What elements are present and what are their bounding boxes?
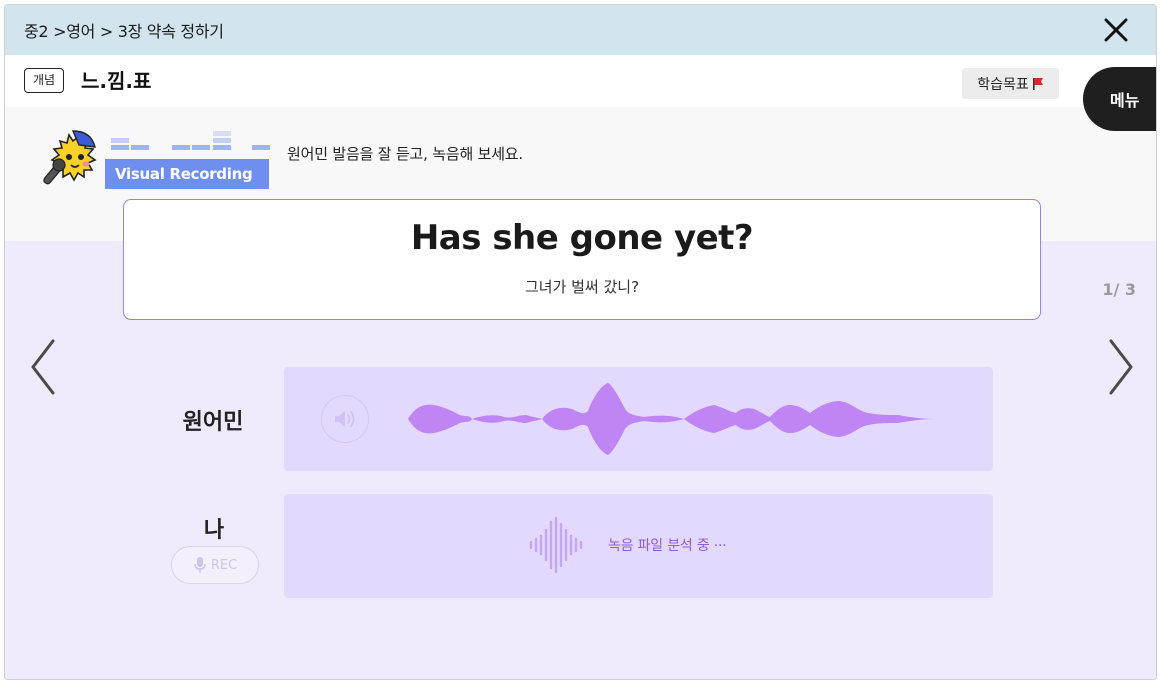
flag-icon <box>1032 77 1043 90</box>
chevron-left-icon <box>31 339 55 395</box>
record-button[interactable]: REC <box>171 546 259 584</box>
microphone-character-icon <box>43 130 97 185</box>
header: 개념 느.낌.표 학습목표 <box>5 55 1156 107</box>
native-waveform <box>408 383 934 455</box>
learning-goal-button[interactable]: 학습목표 <box>962 68 1059 99</box>
close-button[interactable] <box>1102 16 1130 44</box>
page-title: 느.낌.표 <box>81 69 152 93</box>
speaker-icon <box>335 411 355 427</box>
my-waveform-panel: 녹음 파일 분석 중 ··· <box>284 494 993 598</box>
visual-recording-badge: Visual Recording <box>39 123 271 189</box>
menu-button[interactable]: 메뉴 <box>1083 67 1156 131</box>
concept-chip: 개념 <box>24 68 65 93</box>
top-bar: 중2 >영어 > 3장 약속 정하기 <box>5 5 1156 55</box>
previous-button[interactable] <box>29 337 57 397</box>
app-frame: 중2 >영어 > 3장 약속 정하기 개념 느.낌.표 학습목표 Visual … <box>4 4 1157 680</box>
my-recording-label: 나 <box>203 518 225 543</box>
badge-label: Visual Recording <box>105 159 269 189</box>
next-button[interactable] <box>1107 337 1135 397</box>
play-native-button[interactable] <box>321 395 369 443</box>
record-label: REC <box>210 557 238 573</box>
close-icon <box>1104 18 1128 42</box>
sentence-korean: 그녀가 벌써 갔니? <box>524 278 640 296</box>
breadcrumb: 중2 >영어 > 3장 약속 정하기 <box>24 22 224 41</box>
microphone-icon <box>194 557 206 573</box>
menu-label: 메뉴 <box>1110 91 1140 110</box>
instruction-text: 원어민 발음을 잘 듣고, 녹음해 보세요. <box>287 145 523 163</box>
chevron-right-icon <box>1109 339 1133 395</box>
learning-goal-label: 학습목표 <box>977 76 1029 93</box>
sound-bars-icon <box>529 516 583 574</box>
sentence-english: Has she gone yet? <box>410 218 754 258</box>
analyzing-status: 녹음 파일 분석 중 ··· <box>528 516 727 574</box>
sentence-card: Has she gone yet? 그녀가 벌써 갔니? <box>123 199 1041 320</box>
native-speaker-label: 원어민 <box>182 410 244 435</box>
analyzing-text: 녹음 파일 분석 중 ··· <box>608 538 727 554</box>
page-indicator: 1/ 3 <box>1102 280 1136 299</box>
native-waveform-panel <box>284 367 993 471</box>
